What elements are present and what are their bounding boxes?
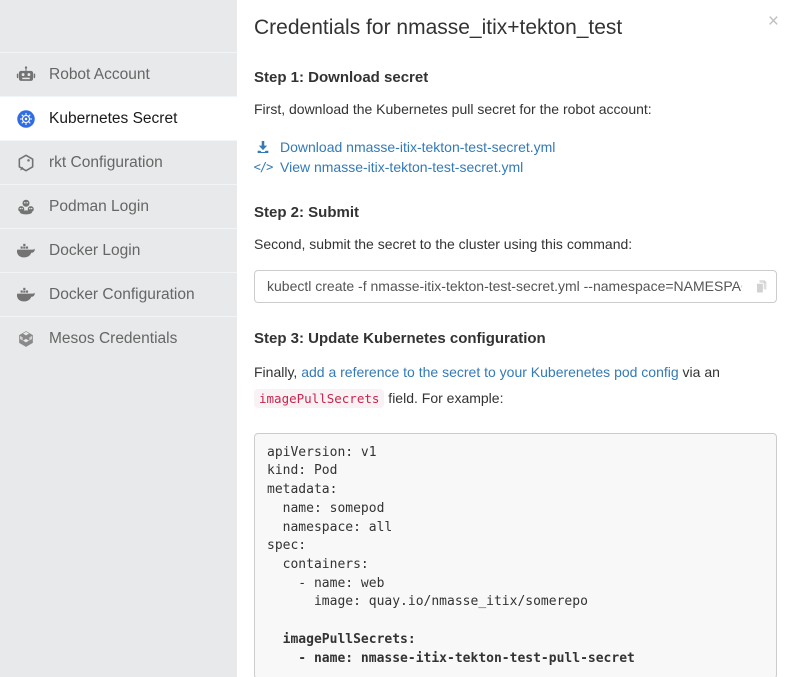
pod-yaml-example: apiVersion: v1 kind: Pod metadata: name:… (254, 433, 777, 677)
step3-heading: Step 3: Update Kubernetes configuration (254, 330, 777, 347)
step2-heading: Step 2: Submit (254, 204, 777, 221)
download-icon (254, 139, 272, 155)
sidebar-item-robot-account[interactable]: Robot Account (0, 52, 237, 96)
credentials-modal-body: × Credentials for nmasse_itix+tekton_tes… (237, 0, 793, 677)
step1-heading: Step 1: Download secret (254, 69, 777, 86)
sidebar-spacer (0, 0, 237, 52)
credentials-sidebar: Robot Account Kubernetes Secret (0, 0, 237, 677)
step1-description: First, download the Kubernetes pull secr… (254, 99, 777, 119)
sidebar-item-label: Docker Configuration (49, 286, 195, 304)
sidebar-item-podman-login[interactable]: Podman Login (0, 184, 237, 228)
docker-icon (16, 241, 36, 261)
step3-text-before-link: Finally, (254, 364, 301, 380)
sidebar-item-kubernetes-secret[interactable]: Kubernetes Secret (0, 96, 237, 140)
sidebar-item-mesos-credentials[interactable]: Mesos Credentials (0, 316, 237, 360)
sidebar-item-label: Docker Login (49, 242, 140, 260)
yaml-regular-part: apiVersion: v1 kind: Pod metadata: name:… (267, 445, 588, 610)
sidebar-item-rkt-configuration[interactable]: rkt Configuration (0, 140, 237, 184)
kubernetes-icon (16, 109, 36, 129)
image-pull-secrets-chip: imagePullSecrets (254, 389, 384, 408)
rkt-icon (16, 153, 36, 173)
copy-icon[interactable] (753, 278, 770, 295)
sidebar-item-label: Mesos Credentials (49, 330, 177, 348)
sidebar-item-label: Robot Account (49, 66, 150, 84)
kubectl-command-input[interactable] (254, 270, 777, 303)
pod-config-link[interactable]: add a reference to the secret to your Ku… (301, 364, 678, 380)
modal-title: Credentials for nmasse_itix+tekton_test (254, 14, 777, 42)
docker-icon (16, 285, 36, 305)
step3-text-after-chip: field. For example: (384, 390, 503, 406)
step3-description: Finally, add a reference to the secret t… (254, 360, 774, 412)
view-secret-link[interactable]: View nmasse-itix-tekton-test-secret.yml (280, 159, 523, 175)
sidebar-item-label: Podman Login (49, 198, 149, 216)
command-field-wrap (254, 270, 777, 303)
credentials-dialog: Robot Account Kubernetes Secret (0, 0, 793, 677)
sidebar-item-label: Kubernetes Secret (49, 110, 177, 128)
step3-text-after-link: via an (679, 364, 720, 380)
sidebar-item-docker-login[interactable]: Docker Login (0, 228, 237, 272)
yaml-bold-part: imagePullSecrets: - name: nmasse-itix-te… (267, 632, 635, 666)
download-secret-link[interactable]: Download nmasse-itix-tekton-test-secret.… (280, 139, 555, 155)
sidebar-item-label: rkt Configuration (49, 154, 163, 172)
view-secret-row: </> View nmasse-itix-tekton-test-secret.… (254, 157, 777, 177)
close-icon[interactable]: × (768, 12, 779, 31)
download-secret-row: Download nmasse-itix-tekton-test-secret.… (254, 137, 777, 157)
step2-description: Second, submit the secret to the cluster… (254, 234, 777, 254)
podman-icon (16, 197, 36, 217)
sidebar-item-docker-configuration[interactable]: Docker Configuration (0, 272, 237, 316)
code-icon: </> (254, 160, 272, 174)
mesos-icon (16, 329, 36, 349)
robot-icon (16, 65, 36, 85)
